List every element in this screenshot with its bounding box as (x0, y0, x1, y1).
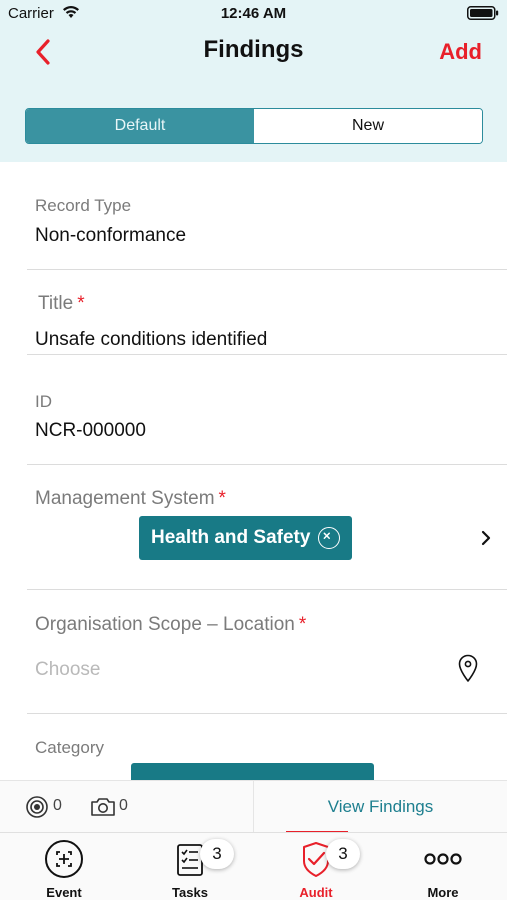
camera-icon[interactable] (90, 795, 116, 819)
chevron-right-icon[interactable] (479, 529, 493, 547)
tab-label: Event (46, 885, 82, 900)
page-title: Findings (203, 36, 304, 63)
management-system-label: Management System * (35, 488, 226, 509)
action-row: 0 0 View Findings (0, 780, 507, 833)
header: Carrier 12:46 AM Findings Add Default Ne… (0, 0, 507, 162)
findings-screen: Carrier 12:46 AM Findings Add Default Ne… (0, 0, 507, 900)
view-findings-button[interactable]: View Findings (254, 781, 507, 833)
record-type-label: Record Type (35, 196, 132, 215)
divider (27, 269, 507, 270)
required-asterisk: * (298, 614, 307, 635)
more-dots-icon (424, 853, 462, 865)
tab-label: Tasks (172, 885, 208, 900)
required-asterisk: * (218, 488, 226, 509)
finding-form: Record Type Non-conformance Title * Unsaf… (0, 162, 507, 780)
category-chip[interactable] (131, 763, 374, 780)
record-type-value[interactable]: Non-conformance (35, 225, 186, 247)
divider (27, 589, 507, 590)
location-choose-field[interactable]: Choose (35, 659, 101, 681)
divider (27, 713, 507, 714)
required-asterisk: * (77, 293, 85, 314)
tab-bar: Event 3 Tasks 3 Audit More (0, 832, 507, 900)
divider (27, 464, 507, 465)
tab-tasks[interactable]: 3 Tasks (127, 833, 253, 900)
record-count: 0 (53, 797, 62, 814)
id-value: NCR-000000 (35, 420, 146, 441)
chip-label: Health and Safety (151, 527, 311, 548)
title-label: Title * (38, 293, 85, 314)
tab-event[interactable]: Event (1, 833, 127, 900)
record-target-icon (26, 796, 48, 818)
tab-label: Audit (299, 885, 333, 900)
nav-bar: Findings Add (0, 28, 507, 78)
title-input[interactable]: Unsafe conditions identified (35, 329, 267, 351)
divider (27, 354, 507, 355)
category-label: Category (35, 738, 104, 757)
management-system-chip[interactable]: Health and Safety (139, 516, 353, 560)
segment-default[interactable]: Default (26, 109, 254, 143)
tasks-badge: 3 (200, 839, 234, 869)
organisation-scope-label: Organisation Scope – Location * (35, 614, 307, 635)
location-pin-icon[interactable] (457, 653, 479, 683)
segment-new[interactable]: New (254, 109, 482, 143)
tab-label: More (427, 885, 459, 900)
tab-more[interactable]: More (380, 833, 506, 900)
tab-audit[interactable]: 3 Audit (253, 833, 379, 900)
status-bar: Carrier 12:46 AM (0, 0, 507, 28)
audit-badge: 3 (326, 839, 360, 869)
status-time: 12:46 AM (220, 5, 287, 22)
photo-count: 0 (119, 797, 128, 814)
battery-icon (467, 6, 499, 20)
add-button[interactable]: Add (439, 39, 482, 65)
chip-remove-icon[interactable] (318, 527, 341, 549)
view-segmented-control: Default New (25, 108, 483, 144)
id-label: ID (35, 392, 52, 411)
event-scan-icon (45, 840, 83, 878)
